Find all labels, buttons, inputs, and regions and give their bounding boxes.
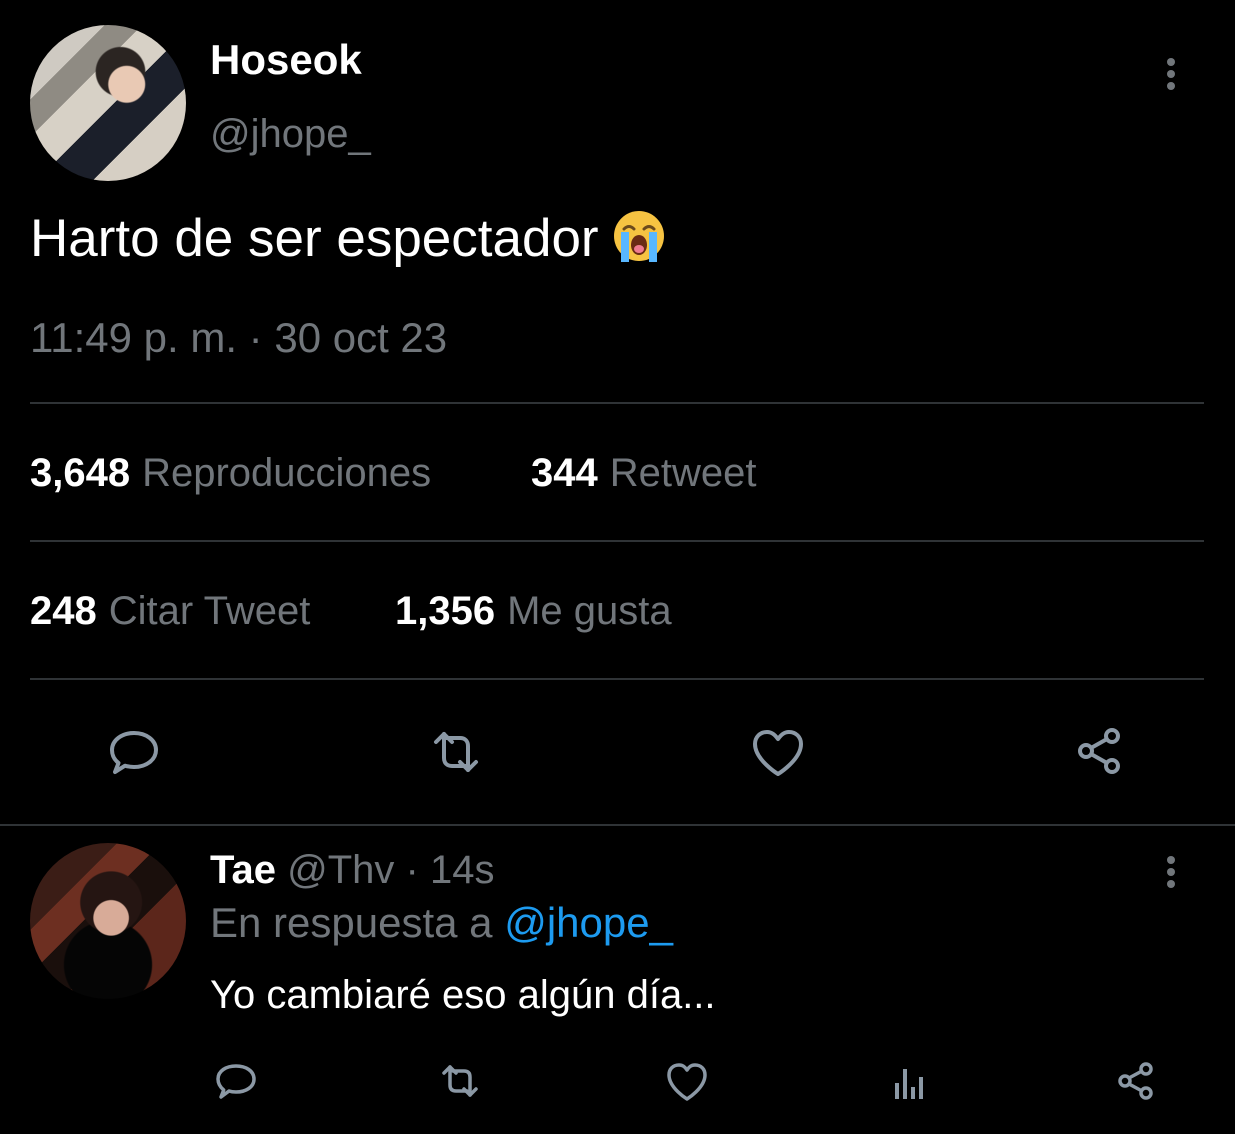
reply-author-name[interactable]: Tae (210, 848, 276, 892)
share-icon[interactable] (1069, 722, 1129, 782)
author-avatar[interactable] (30, 25, 186, 181)
replying-to-label: En respuesta a (210, 899, 493, 946)
reply-reply-icon[interactable] (212, 1057, 260, 1105)
replying-to-handle[interactable]: @jhope_ (504, 899, 673, 946)
reply-author-avatar[interactable] (30, 843, 186, 999)
reply-analytics-icon[interactable] (887, 1057, 935, 1105)
quote-tweets-count: 248 (30, 589, 97, 633)
retweets-count: 344 (531, 451, 598, 495)
retweets-label: Retweet (609, 451, 757, 495)
reply-like-icon[interactable] (663, 1057, 711, 1105)
replying-to: En respuesta a @jhope_ (210, 899, 673, 947)
reply-author-handle[interactable]: @Thv (287, 848, 394, 892)
quote-tweets-stat[interactable]: 248 Citar Tweet (30, 589, 310, 634)
retweets-stat[interactable]: 344 Retweet (531, 451, 757, 496)
tweet-text: Harto de ser espectador (30, 208, 667, 268)
more-options-icon[interactable] (1166, 54, 1176, 94)
views-count: 3,648 (30, 451, 131, 495)
divider (30, 402, 1204, 404)
reply-retweet-icon[interactable] (436, 1057, 484, 1105)
tweet-text-content: Harto de ser espectador (30, 209, 599, 268)
quote-tweets-label: Citar Tweet (108, 589, 311, 633)
reply-text: Yo cambiaré eso algún día... (210, 973, 716, 1017)
views-stat[interactable]: 3,648 Reproducciones (30, 451, 431, 496)
views-label: Reproducciones (142, 451, 432, 495)
likes-stat[interactable]: 1,356 Me gusta (395, 589, 672, 634)
reply-time[interactable]: · 14s (406, 848, 495, 892)
divider (30, 540, 1204, 542)
likes-count: 1,356 (395, 589, 496, 633)
reply-share-icon[interactable] (1112, 1057, 1160, 1105)
likes-label: Me gusta (507, 589, 672, 633)
reply-more-options-icon[interactable] (1166, 852, 1176, 892)
loudly-crying-face-emoji-icon (611, 208, 667, 264)
like-icon[interactable] (748, 722, 808, 782)
retweet-icon[interactable] (426, 722, 486, 782)
reply-header: Tae @Thv · 14s (210, 848, 494, 893)
section-divider (0, 824, 1235, 826)
divider (30, 678, 1204, 680)
author-handle[interactable]: @jhope_ (210, 112, 371, 157)
reply-icon[interactable] (104, 722, 164, 782)
author-name[interactable]: Hoseok (210, 36, 362, 84)
tweet-timestamp[interactable]: 11:49 p. m. · 30 oct 23 (30, 314, 447, 362)
